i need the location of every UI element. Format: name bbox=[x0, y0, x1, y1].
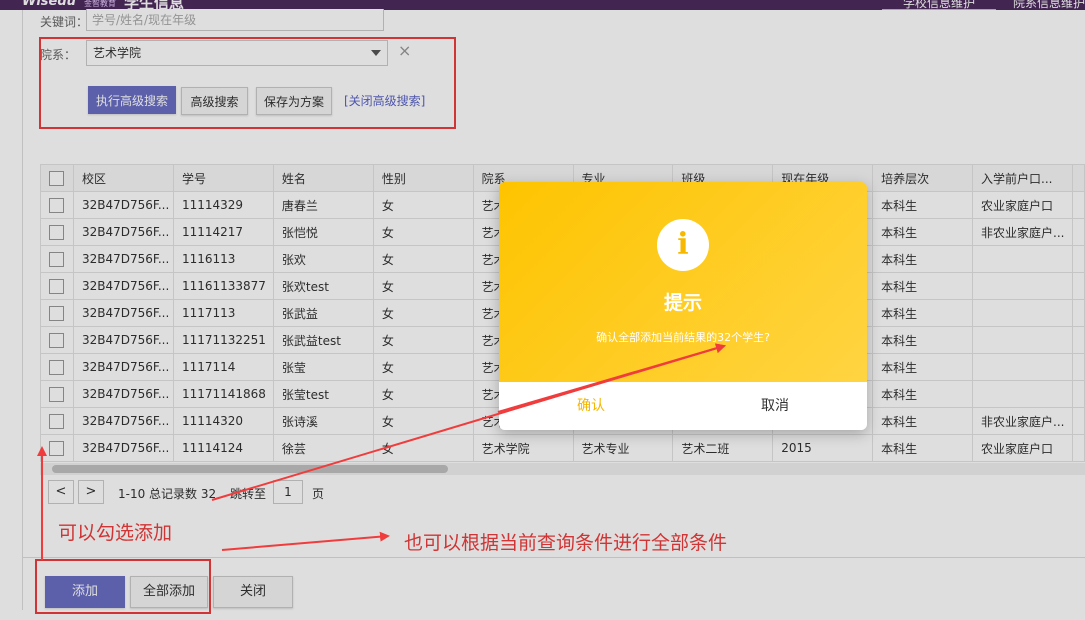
annotation-arrows bbox=[37, 343, 726, 560]
arrow-to-dialog bbox=[497, 343, 726, 413]
arrow-to-bottom-hint bbox=[221, 531, 390, 551]
